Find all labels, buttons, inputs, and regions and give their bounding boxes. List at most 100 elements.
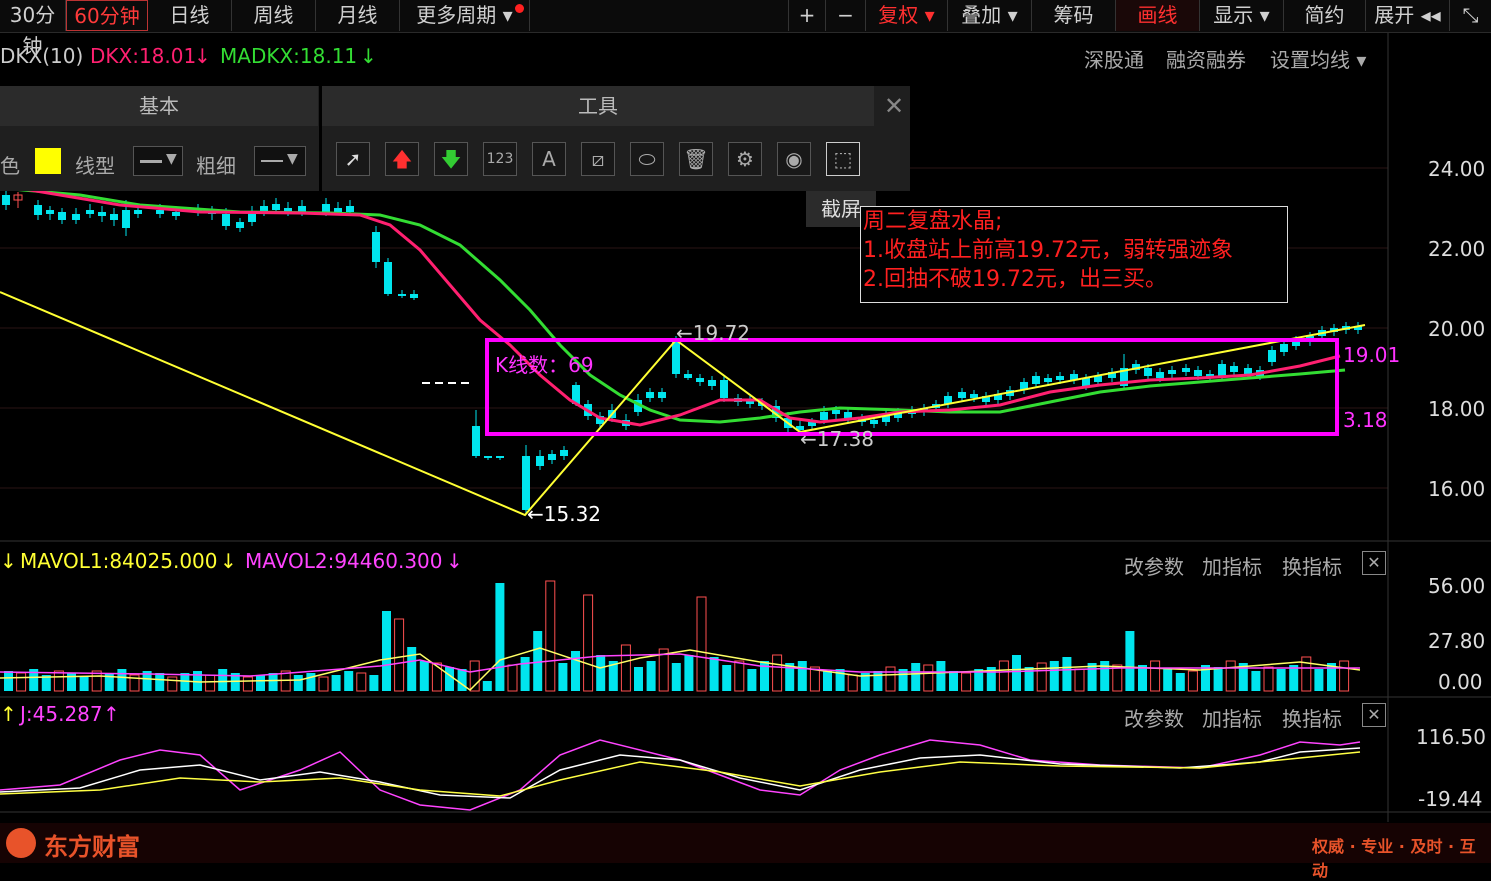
candle-body bbox=[870, 420, 878, 424]
text-tool-icon[interactable]: A bbox=[532, 142, 566, 176]
volume-bar bbox=[772, 654, 783, 692]
volume-bar bbox=[1074, 668, 1085, 692]
volume-bar bbox=[507, 664, 518, 692]
zoom-in-button[interactable]: + bbox=[788, 0, 826, 31]
volume-bar bbox=[205, 674, 216, 692]
expand-button[interactable]: 展开 ◂◂ bbox=[1366, 0, 1450, 31]
kdj-add-indicator[interactable]: 加指标 bbox=[1202, 703, 1262, 732]
candle-body bbox=[334, 208, 342, 212]
volume-bar bbox=[911, 663, 921, 691]
period-day-tab[interactable]: 日线 bbox=[148, 0, 232, 31]
screenshot-tool-icon[interactable]: ⬚ bbox=[826, 142, 860, 176]
candle-body bbox=[172, 212, 180, 216]
volume-bar bbox=[1276, 669, 1286, 691]
candle-body bbox=[72, 214, 80, 220]
candle-body bbox=[156, 210, 164, 214]
candle-body bbox=[298, 206, 306, 212]
brand-name: 东方财富 bbox=[44, 833, 140, 861]
mavol2-value: MAVOL2:94460.300 bbox=[245, 549, 443, 573]
color-swatch[interactable] bbox=[35, 148, 61, 174]
kdj-switch-indicator[interactable]: 换指标 bbox=[1282, 703, 1342, 732]
vol-switch-indicator[interactable]: 换指标 bbox=[1282, 551, 1342, 580]
volume-bar bbox=[1263, 666, 1274, 692]
period-30min-tab[interactable]: 30分钟 bbox=[0, 0, 66, 58]
down-arrow-tool-icon[interactable]: 🡇 bbox=[434, 142, 468, 176]
ruler-tool-icon[interactable]: ⧄ bbox=[581, 142, 615, 176]
kline-count-label: K线数：69 bbox=[495, 353, 594, 377]
tab-tools[interactable]: 工具 bbox=[322, 86, 874, 126]
kdj-edit-params[interactable]: 改参数 bbox=[1124, 703, 1184, 732]
mid-low-price-label: ←17.38 bbox=[800, 427, 875, 451]
close-icon[interactable]: ✕ bbox=[878, 86, 910, 126]
volume-bar bbox=[1049, 661, 1059, 691]
number-tool-icon[interactable]: 123 bbox=[483, 142, 517, 176]
volume-bar bbox=[722, 665, 732, 691]
kdj-tick: 116.50 bbox=[1416, 725, 1486, 749]
vol-edit-params[interactable]: 改参数 bbox=[1124, 551, 1184, 580]
price-tick: 20.00 bbox=[1428, 317, 1486, 341]
period-month-tab[interactable]: 月线 bbox=[316, 0, 400, 31]
volume-bar bbox=[155, 673, 165, 691]
kdj-tick: -19.44 bbox=[1418, 787, 1483, 811]
volume-bar bbox=[1187, 670, 1198, 692]
volume-bar bbox=[256, 675, 265, 691]
rights-adjust-dropdown[interactable]: 复权 ▾ bbox=[866, 0, 948, 31]
candle-body bbox=[1168, 370, 1176, 374]
candle-body bbox=[832, 410, 840, 414]
collapse-icon[interactable]: ⤡ bbox=[1450, 0, 1491, 31]
link-margin-trading[interactable]: 融资融券 bbox=[1166, 44, 1246, 73]
volume-bar bbox=[1213, 667, 1223, 691]
price-tick: 16.00 bbox=[1428, 477, 1486, 501]
volume-bar bbox=[709, 657, 719, 691]
eye-icon[interactable]: ◉ bbox=[777, 142, 811, 176]
draw-line-button[interactable]: 画线 bbox=[1116, 0, 1200, 31]
annotation-note[interactable]: 周二复盘水晶; 1.收盘站上前高19.72元，弱转强迹象 2.回抽不破19.72… bbox=[860, 206, 1288, 303]
zoom-out-button[interactable]: − bbox=[826, 0, 866, 31]
kdj-close-icon[interactable]: ✕ bbox=[1362, 703, 1386, 727]
up-arrow-tool-icon[interactable]: 🡅 bbox=[385, 142, 419, 176]
period-60min-tab[interactable]: 60分钟 bbox=[66, 0, 148, 31]
eraser-tool-icon[interactable]: ⬭ bbox=[630, 142, 664, 176]
box-bottom-value: 3.18 bbox=[1343, 408, 1388, 432]
link-set-ma[interactable]: 设置均线 ▾ bbox=[1270, 44, 1366, 73]
candle-body bbox=[536, 456, 544, 466]
box-top-value: 19.01 bbox=[1343, 343, 1401, 367]
thickness-select[interactable]: ▼ bbox=[254, 146, 306, 176]
line-type-label: 线型 bbox=[75, 154, 115, 178]
more-periods-dropdown[interactable]: 更多周期 ▾ bbox=[400, 0, 530, 31]
volume-bar bbox=[293, 675, 303, 691]
candle-body bbox=[672, 340, 680, 374]
vol-tick: 56.00 bbox=[1428, 574, 1486, 598]
display-dropdown[interactable]: 显示 ▾ bbox=[1200, 0, 1284, 31]
candle-body bbox=[658, 392, 666, 398]
candle-body bbox=[970, 394, 978, 398]
candle-body bbox=[548, 454, 556, 460]
chips-button[interactable]: 筹码 bbox=[1032, 0, 1116, 31]
volume-bar bbox=[1175, 673, 1185, 691]
vol-tick: 0.00 bbox=[1438, 670, 1483, 694]
tab-basic[interactable]: 基本 bbox=[0, 86, 318, 126]
simple-mode-button[interactable]: 简约 bbox=[1284, 0, 1366, 31]
gear-icon[interactable]: ⚙ bbox=[728, 142, 762, 176]
volume-bar bbox=[431, 662, 442, 692]
dkx-down-arrow-icon: ↓ bbox=[194, 44, 211, 68]
candle-body bbox=[1268, 350, 1276, 362]
volume-bar bbox=[583, 594, 594, 692]
period-week-tab[interactable]: 周线 bbox=[232, 0, 316, 31]
volume-bar bbox=[1150, 660, 1161, 692]
volume-bar bbox=[67, 673, 76, 691]
trash-tool-icon[interactable]: 🗑 bbox=[679, 142, 713, 176]
line-type-select[interactable]: ▼ bbox=[133, 146, 183, 176]
candle-body bbox=[1156, 372, 1164, 378]
link-shenzhen-connect[interactable]: 深股通 bbox=[1084, 44, 1144, 73]
overlay-dropdown[interactable]: 叠加 ▾ bbox=[948, 0, 1032, 31]
volume-bar bbox=[734, 660, 745, 692]
volume-bar bbox=[369, 675, 379, 691]
volume-bar bbox=[949, 671, 958, 691]
footer-bar: 东方财富 权威 · 专业 · 及时 · 互动 bbox=[0, 823, 1491, 880]
vol-add-indicator[interactable]: 加指标 bbox=[1202, 551, 1262, 580]
candle-body bbox=[98, 212, 106, 216]
thickness-label: 粗细 bbox=[196, 154, 236, 178]
vol-close-icon[interactable]: ✕ bbox=[1362, 551, 1386, 575]
pointer-tool-icon[interactable]: ➚ bbox=[336, 142, 370, 176]
